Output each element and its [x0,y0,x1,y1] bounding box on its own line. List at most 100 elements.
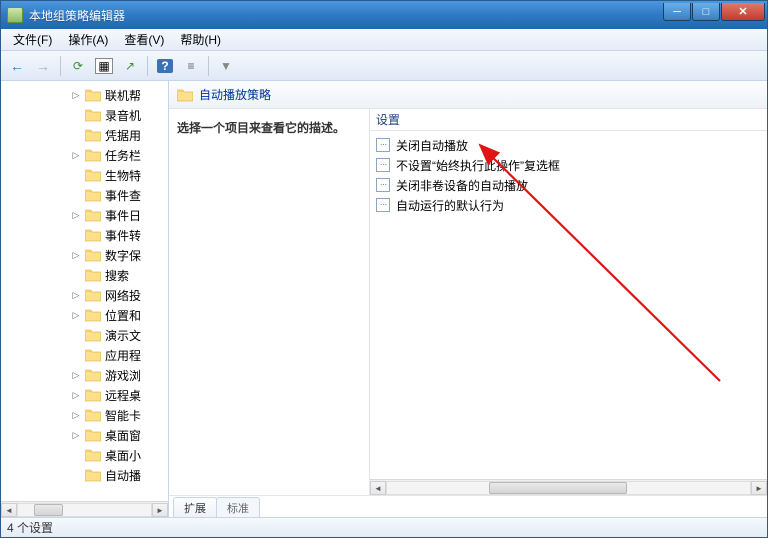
refresh-button[interactable]: ⟳ [66,54,90,78]
window-title: 本地组策略编辑器 [29,7,662,24]
folder-icon [85,328,101,342]
expander-icon[interactable]: ▷ [71,250,81,261]
tree-label: 桌面窗 [105,427,141,444]
expander-icon[interactable]: ▷ [71,290,81,301]
tree-item[interactable]: 事件查 [71,185,168,205]
tab-extended[interactable]: 扩展 [173,497,217,517]
forward-button[interactable]: → [31,54,55,78]
settings-h-scrollbar[interactable]: ◄ ► [370,479,767,495]
scroll-right-button[interactable]: ► [751,481,767,495]
policy-icon [376,138,390,152]
export-button[interactable]: ↗ [118,54,142,78]
scroll-left-button[interactable]: ◄ [370,481,386,495]
tree-item[interactable]: ▷ 任务栏 [71,145,168,165]
tree-label: 任务栏 [105,147,141,164]
tree-item[interactable]: ▷ 智能卡 [71,405,168,425]
properties-button[interactable]: ▦ [92,54,116,78]
forward-icon: → [36,58,50,74]
list-icon: ≡ [187,59,194,73]
tree-label: 智能卡 [105,407,141,424]
scroll-left-button[interactable]: ◄ [1,503,17,517]
tree-item[interactable]: ▷ 位置和 [71,305,168,325]
help-button[interactable]: ? [153,54,177,78]
tree-item[interactable]: 凭据用 [71,125,168,145]
expander-icon[interactable]: ▷ [71,310,81,321]
scroll-thumb[interactable] [34,504,63,516]
tree-label: 桌面小 [105,447,141,464]
menu-action[interactable]: 操作(A) [60,29,116,50]
tree-label: 联机帮 [105,87,141,104]
tree-item[interactable]: 生物特 [71,165,168,185]
tree-item[interactable]: 自动播 [71,465,168,485]
tree-item[interactable]: ▷ 联机帮 [71,85,168,105]
tree-item[interactable]: ▷数字保 [71,245,168,265]
tree-label: 位置和 [105,307,141,324]
tree-label: 事件日 [105,207,141,224]
filter-icon: ▼ [220,59,232,73]
titlebar[interactable]: 本地组策略编辑器 ─ □ ✕ [1,1,767,29]
app-window: 本地组策略编辑器 ─ □ ✕ 文件(F) 操作(A) 查看(V) 帮助(H) ←… [0,0,768,538]
folder-icon [85,268,101,282]
toolbar-separator [60,56,61,76]
tree-item[interactable]: ▷ 事件日 [71,205,168,225]
description-column: 选择一个项目来查看它的描述。 [169,109,369,495]
back-button[interactable]: ← [5,54,29,78]
tree-item[interactable]: ▷ 远程桌 [71,385,168,405]
menu-view[interactable]: 查看(V) [116,29,172,50]
folder-icon [85,368,101,382]
body: ▷联机帮录音机凭据用▷任务栏生物特事件查▷事件日事件转▷数字保搜索▷网络投▷位置… [1,81,767,517]
policy-icon [376,158,390,172]
expander-icon[interactable]: ▷ [71,370,81,381]
tree-label: 搜索 [105,267,129,284]
folder-icon [85,88,101,102]
scroll-right-button[interactable]: ► [152,503,168,517]
settings-header[interactable]: 设置 [370,109,767,131]
folder-icon [85,388,101,402]
expander-icon[interactable]: ▷ [71,90,81,101]
minimize-button[interactable]: ─ [663,3,691,21]
scroll-track[interactable] [17,503,152,517]
list-button[interactable]: ≡ [179,54,203,78]
scroll-track[interactable] [386,481,751,495]
tree-item[interactable]: ▷网络投 [71,285,168,305]
folder-icon [85,108,101,122]
expander-icon[interactable]: ▷ [71,150,81,161]
tree-label: 远程桌 [105,387,141,404]
filter-button[interactable]: ▼ [214,54,238,78]
menu-file[interactable]: 文件(F) [5,29,60,50]
setting-label: 自动运行的默认行为 [396,197,504,214]
tree[interactable]: ▷联机帮录音机凭据用▷任务栏生物特事件查▷事件日事件转▷数字保搜索▷网络投▷位置… [1,81,168,501]
refresh-icon: ⟳ [73,59,83,73]
folder-icon [85,128,101,142]
tab-standard[interactable]: 标准 [216,497,260,517]
tree-item[interactable]: 桌面小 [71,445,168,465]
policy-icon [376,178,390,192]
tree-item[interactable]: 事件转 [71,225,168,245]
setting-item[interactable]: 关闭非卷设备的自动播放 [374,175,763,195]
tree-item[interactable]: 录音机 [71,105,168,125]
folder-icon [85,188,101,202]
scroll-thumb[interactable] [489,482,627,494]
back-icon: ← [10,58,24,74]
close-button[interactable]: ✕ [721,3,765,21]
setting-label: 关闭非卷设备的自动播放 [396,177,528,194]
maximize-button[interactable]: □ [692,3,720,21]
details-pane: 自动播放策略 选择一个项目来查看它的描述。 设置 关闭自动播放不设置“始终执行此… [169,81,767,517]
export-icon: ↗ [125,59,135,73]
expander-icon[interactable]: ▷ [71,430,81,441]
tree-item[interactable]: 应用程 [71,345,168,365]
tree-item[interactable]: ▷ 桌面窗 [71,425,168,445]
tree-item[interactable]: 演示文 [71,325,168,345]
menu-help[interactable]: 帮助(H) [172,29,229,50]
tree-h-scrollbar[interactable]: ◄ ► [1,501,168,517]
expander-icon[interactable]: ▷ [71,210,81,221]
expander-icon[interactable]: ▷ [71,390,81,401]
tree-item[interactable]: ▷游戏浏 [71,365,168,385]
folder-icon [85,228,101,242]
expander-icon[interactable]: ▷ [71,410,81,421]
setting-item[interactable]: 关闭自动播放 [374,135,763,155]
settings-column: 设置 关闭自动播放不设置“始终执行此操作”复选框关闭非卷设备的自动播放自动运行的… [369,109,767,495]
setting-item[interactable]: 自动运行的默认行为 [374,195,763,215]
setting-item[interactable]: 不设置“始终执行此操作”复选框 [374,155,763,175]
tree-item[interactable]: 搜索 [71,265,168,285]
